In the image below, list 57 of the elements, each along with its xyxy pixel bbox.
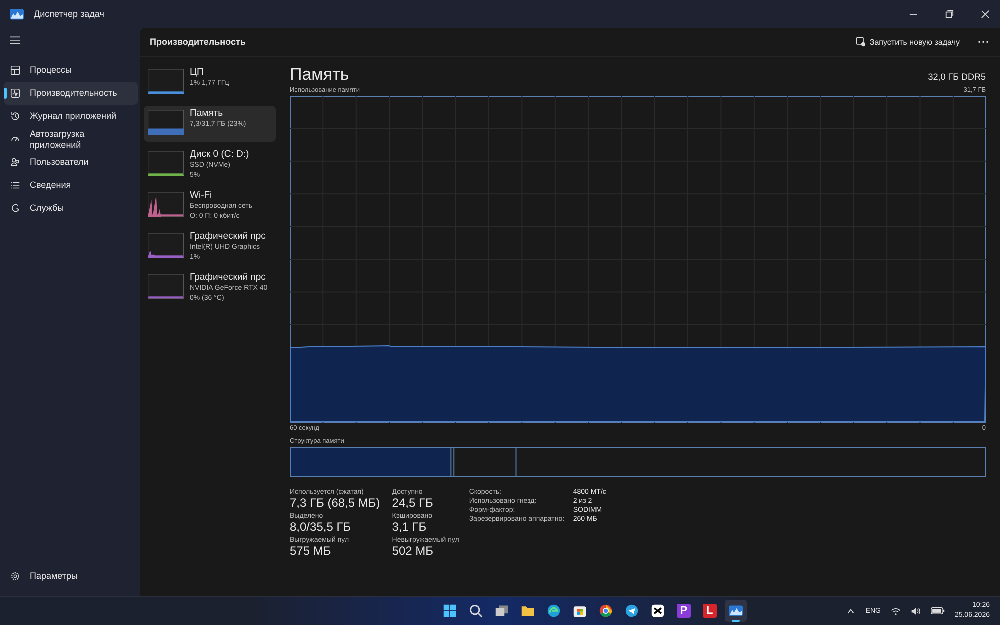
chevron-up-icon[interactable] xyxy=(846,606,856,616)
nav-icon xyxy=(10,157,21,168)
device-thumbnail xyxy=(148,192,184,217)
stat-value: 3,1 ГБ xyxy=(392,520,428,534)
memory-title: Память xyxy=(290,65,350,85)
nav-icon xyxy=(10,65,21,76)
stat-value: 24,5 ГБ xyxy=(392,496,434,510)
stat-value: 502 МБ xyxy=(392,544,435,558)
browser-icon xyxy=(546,604,561,618)
stat-value: 7,3 ГБ (68,5 МБ) xyxy=(290,496,380,510)
menu-icon[interactable] xyxy=(10,36,20,45)
device-thumbnail xyxy=(148,110,184,135)
taskbar-app[interactable] xyxy=(724,600,747,622)
device-thumbnail xyxy=(148,69,184,94)
windows-icon xyxy=(442,604,457,618)
nav-item[interactable]: Процессы xyxy=(4,59,138,82)
run-task-button[interactable]: Запустить новую задачу xyxy=(856,37,960,47)
taskbar-app[interactable]: P xyxy=(672,600,695,622)
battery-icon[interactable] xyxy=(930,607,945,615)
page-title: Производительность xyxy=(150,37,246,47)
nav-item[interactable]: Пользователи xyxy=(4,151,138,174)
settings-item[interactable]: Параметры xyxy=(4,565,138,588)
app-letter-icon: P xyxy=(676,604,691,618)
app-letter-icon: L xyxy=(702,604,717,618)
browser-icon xyxy=(598,604,613,618)
nav-icon xyxy=(10,180,21,191)
app-icon xyxy=(10,8,24,20)
nav-item[interactable]: Сведения xyxy=(4,174,138,197)
restore-button[interactable] xyxy=(945,10,954,18)
store-icon xyxy=(572,604,587,618)
stat-value: 8,0/35,5 ГБ xyxy=(290,520,352,534)
device-thumbnail xyxy=(148,151,184,176)
nav-icon xyxy=(10,203,21,214)
device-thumbnail xyxy=(148,274,184,299)
nav-item[interactable]: Журнал приложений xyxy=(4,105,138,128)
more-button[interactable]: ··· xyxy=(978,35,990,49)
volume-icon[interactable] xyxy=(910,606,921,616)
nav-item[interactable]: Службы xyxy=(4,197,138,220)
nav-icon xyxy=(10,88,21,99)
settings-icon xyxy=(10,571,21,582)
wifi-icon[interactable] xyxy=(890,606,901,616)
paper-plane-icon xyxy=(624,604,639,618)
search-icon xyxy=(468,604,483,618)
taskbar-app[interactable]: L xyxy=(698,600,721,622)
task-manager-icon xyxy=(728,604,743,618)
nav-item[interactable]: Производительность xyxy=(4,82,138,105)
stat-value: 575 МБ xyxy=(290,544,332,558)
windows-stack-icon xyxy=(494,604,509,618)
editor-icon xyxy=(650,604,665,618)
folder-icon xyxy=(520,604,535,618)
device-thumbnail xyxy=(148,233,184,258)
nav-icon xyxy=(10,111,21,122)
window-title: Диспетчер задач xyxy=(34,9,104,19)
memory-spec: 32,0 ГБ DDR5 xyxy=(928,72,986,82)
nav-item[interactable]: Автозагрузка приложений xyxy=(4,128,138,151)
new-task-icon xyxy=(856,37,866,47)
close-button[interactable] xyxy=(981,10,990,18)
